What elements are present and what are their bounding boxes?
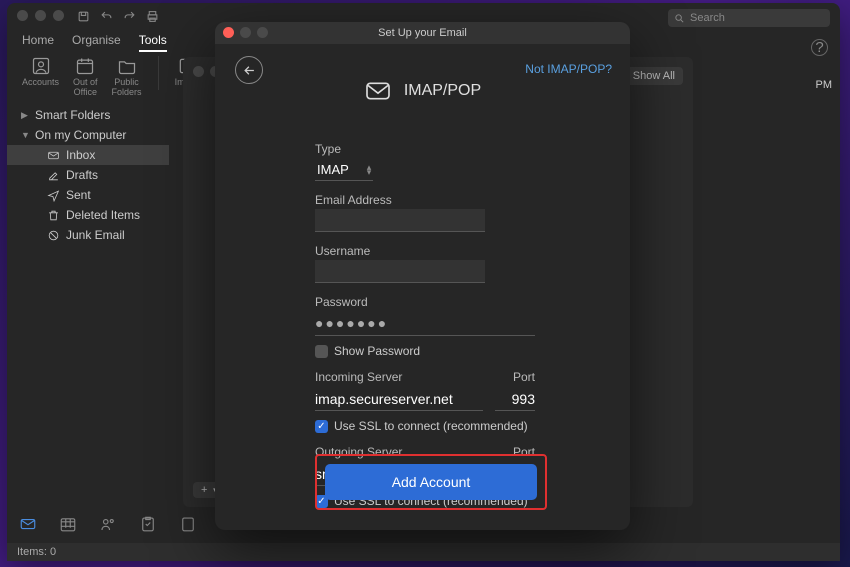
close-dot[interactable] <box>17 10 28 21</box>
undo-icon[interactable] <box>100 10 113 26</box>
tab-home[interactable]: Home <box>22 33 54 52</box>
print-icon[interactable] <box>146 10 159 26</box>
bottom-tabs <box>19 515 197 538</box>
ribbon-divider <box>158 56 159 90</box>
password-input[interactable]: ●●●●●●● <box>315 311 535 336</box>
ribbon-public-folders[interactable]: Public Folders <box>112 56 142 98</box>
min-dot[interactable] <box>35 10 46 21</box>
calendar-tab-icon[interactable] <box>59 515 77 538</box>
chevron-down-icon: ▼ <box>21 130 29 140</box>
chevron-right-icon: ▶ <box>21 110 29 121</box>
sidebar-on-my-computer[interactable]: ▼On my Computer <box>7 125 169 145</box>
type-select[interactable]: IMAP▴▾ <box>315 158 373 181</box>
tab-tools[interactable]: Tools <box>139 33 167 52</box>
status-items: Items: 0 <box>17 546 56 558</box>
people-tab-icon[interactable] <box>99 515 117 538</box>
sidebar-junk[interactable]: Junk Email <box>7 225 169 245</box>
person-box-icon <box>31 56 51 76</box>
setup-email-dialog: Set Up your Email Not IMAP/POP? IMAP/POP… <box>215 22 630 530</box>
search-placeholder: Search <box>690 12 725 24</box>
clock-hint: PM <box>816 79 833 91</box>
search-bar[interactable]: Search <box>668 9 830 27</box>
dialog-title-text: Set Up your Email <box>378 27 467 39</box>
sent-icon <box>47 189 60 202</box>
status-bar: Items: 0 <box>7 543 840 561</box>
add-account-highlight: Add Account <box>315 454 547 510</box>
incoming-ssl-row[interactable]: ✓Use SSL to connect (recommended) <box>315 419 535 433</box>
port-label: Port <box>495 370 535 384</box>
sidebar-inbox[interactable]: Inbox <box>7 145 169 165</box>
calendar-icon <box>75 56 95 76</box>
notes-tab-icon[interactable] <box>179 515 197 538</box>
not-imap-link[interactable]: Not IMAP/POP? <box>525 62 612 76</box>
email-input[interactable] <box>315 209 485 232</box>
select-caret-icon: ▴▾ <box>367 165 372 175</box>
add-account-button[interactable]: Add Account <box>325 464 537 500</box>
save-icon[interactable] <box>77 10 90 26</box>
username-label: Username <box>315 244 535 258</box>
sidebar-sent[interactable]: Sent <box>7 185 169 205</box>
main-tabs: Home Organise Tools <box>22 33 167 52</box>
close-dot[interactable] <box>193 66 204 77</box>
redo-icon[interactable] <box>123 10 136 26</box>
max-dot[interactable] <box>257 27 268 38</box>
incoming-label: Incoming Server <box>315 370 495 384</box>
traffic-lights <box>17 10 64 21</box>
type-label: Type <box>315 142 535 156</box>
show-all-button[interactable]: Show All <box>625 67 683 85</box>
junk-icon <box>47 229 60 242</box>
folder-icon <box>117 56 137 76</box>
sidebar-smart-folders[interactable]: ▶Smart Folders <box>7 105 169 125</box>
checkbox-checked-icon: ✓ <box>315 420 328 433</box>
password-label: Password <box>315 295 535 309</box>
search-icon <box>674 13 685 24</box>
envelope-icon <box>364 80 392 102</box>
help-icon[interactable]: ? <box>811 39 828 56</box>
tasks-tab-icon[interactable] <box>139 515 157 538</box>
ribbon-accounts[interactable]: Accounts <box>22 56 59 88</box>
email-label: Email Address <box>315 193 535 207</box>
mail-tab-icon[interactable] <box>19 515 37 538</box>
checkbox-unchecked-icon <box>315 345 328 358</box>
incoming-server-input[interactable]: imap.secureserver.net <box>315 388 483 411</box>
max-dot[interactable] <box>53 10 64 21</box>
min-dot[interactable] <box>240 27 251 38</box>
tab-organise[interactable]: Organise <box>72 33 121 52</box>
arrow-left-icon <box>242 63 257 78</box>
sidebar-drafts[interactable]: Drafts <box>7 165 169 185</box>
sidebar: ▶Smart Folders ▼On my Computer Inbox Dra… <box>7 105 169 245</box>
ribbon-out-of-office[interactable]: Out of Office <box>73 56 98 98</box>
close-dot[interactable] <box>223 27 234 38</box>
titlebar-quick-actions <box>77 10 159 26</box>
setup-form: Type IMAP▴▾ Email Address Username Passw… <box>315 134 535 508</box>
dialog-header: Set Up your Email <box>215 22 630 44</box>
incoming-port-input[interactable]: 993 <box>495 388 535 411</box>
inbox-icon <box>47 149 60 162</box>
trash-icon <box>47 209 60 222</box>
dialog-traffic-lights <box>223 27 268 38</box>
sidebar-deleted[interactable]: Deleted Items <box>7 205 169 225</box>
dialog-protocol-title: IMAP/POP <box>215 80 630 102</box>
drafts-icon <box>47 169 60 182</box>
username-input[interactable] <box>315 260 485 283</box>
show-password-row[interactable]: Show Password <box>315 344 535 358</box>
